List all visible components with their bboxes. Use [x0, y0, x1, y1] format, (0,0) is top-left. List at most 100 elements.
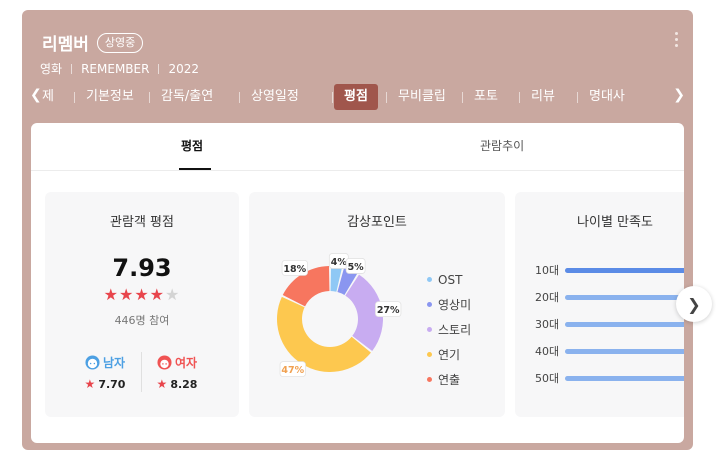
age-bar-fill: [565, 348, 684, 354]
tab-6[interactable]: 포토: [464, 84, 508, 110]
tab-divider: [462, 92, 463, 103]
donut-label-1: 5%: [345, 258, 366, 274]
star-icon: ★: [103, 285, 119, 304]
viewing-points-title: 감상포인트: [347, 215, 407, 230]
legend-label: OST: [438, 272, 463, 287]
star-icon: ★: [118, 285, 135, 304]
star-icon: ★: [149, 285, 166, 304]
age-row: 50대: [535, 370, 684, 386]
age-satisfaction-box: 나이별 만족도 10대 20대 30대 40대 50대: [515, 192, 684, 417]
age-row: 40대: [535, 343, 684, 359]
legend-item: 스토리: [427, 317, 471, 342]
age-row: 20대: [535, 289, 684, 305]
female-label: 여자: [174, 356, 198, 370]
age-bar-fill: [565, 294, 684, 300]
male-rating: 남자 ★ 7.70: [75, 352, 135, 391]
audience-stars: ★★★★★: [45, 285, 239, 304]
gender-divider: [141, 352, 142, 392]
participant-count: 446명 참여: [114, 314, 170, 327]
svg-text:27%: 27%: [377, 305, 400, 316]
movie-title[interactable]: 리멤버: [42, 30, 89, 55]
tab-1[interactable]: 기본정보: [76, 84, 144, 110]
subtab-bar: 평점 관람추이: [31, 123, 684, 171]
donut-label-3: 47%: [279, 361, 306, 378]
viewing-points-donut-chart: 4% 5% 27% 47% 18%: [277, 253, 402, 378]
tab-scroll-left-icon[interactable]: ❮: [30, 87, 42, 103]
age-bar-fill: [565, 267, 684, 273]
legend-label: 영상미: [438, 298, 472, 312]
viewing-points-box: 감상포인트 4% 5% 27% 47% 18% OST 영상미스토리연기연출: [249, 192, 505, 417]
svg-text:47%: 47%: [281, 365, 304, 376]
svg-text:5%: 5%: [348, 262, 365, 273]
age-label: 10대: [535, 264, 560, 277]
female-score: 8.28: [170, 378, 198, 391]
age-label: 40대: [535, 345, 560, 358]
star-icon: ★: [165, 285, 181, 304]
subtab-trend[interactable]: 관람추이: [480, 137, 524, 154]
male-avatar-icon: [85, 355, 100, 370]
legend-dot: [427, 327, 432, 332]
meta-divider: [71, 63, 73, 74]
chevron-right-icon: ❯: [687, 294, 701, 314]
legend-item: 연출: [427, 367, 471, 392]
age-bar-fill: [565, 321, 684, 327]
tab-7[interactable]: 리뷰: [521, 84, 565, 110]
tab-list: 제 기본정보 감독/출연 상영일정 평점 무비클립 포토 리뷰 명대사: [42, 83, 664, 111]
meta-english-title: REMEMBER: [81, 61, 150, 76]
age-row: 30대: [535, 316, 684, 332]
star-icon: ★: [156, 377, 168, 391]
age-bar-track: [565, 294, 684, 300]
star-icon: ★: [84, 377, 96, 391]
more-options-icon[interactable]: [675, 32, 679, 50]
tab-divider: [74, 92, 75, 103]
tab-divider: [386, 92, 387, 103]
audience-score: 7.93: [112, 254, 172, 282]
legend-item: 연기: [427, 342, 471, 367]
next-card-button[interactable]: ❯: [676, 286, 712, 322]
movie-meta: 영화 REMEMBER 2022: [40, 60, 199, 77]
age-bar-fill: [565, 375, 684, 381]
legend-item: OST: [427, 267, 471, 292]
tab-4[interactable]: 평점: [334, 84, 378, 110]
tab-0[interactable]: 제: [42, 84, 64, 110]
donut-label-0: 4%: [328, 253, 349, 269]
svg-text:4%: 4%: [331, 257, 348, 268]
movie-info-card: 리멤버 상영중 영화 REMEMBER 2022 ❮ 제 기본정보 감독/출연 상영일…: [22, 10, 693, 450]
donut-label-4: 18%: [281, 259, 308, 276]
subtab-active-indicator: [179, 168, 211, 170]
meta-genre: 영화: [40, 62, 63, 76]
age-label: 20대: [535, 291, 560, 304]
tab-scroll-right-icon[interactable]: ❯: [673, 87, 685, 103]
legend-label: 연기: [438, 348, 461, 362]
tab-bar: ❮ 제 기본정보 감독/출연 상영일정 평점 무비클립 포토 리뷰 명대사 ❯: [22, 83, 693, 111]
age-bar-track: [565, 375, 684, 381]
male-score: 7.70: [98, 378, 126, 391]
female-rating: 여자 ★ 8.28: [147, 352, 207, 391]
donut-label-2: 27%: [375, 301, 402, 318]
tab-3[interactable]: 상영일정: [241, 84, 309, 110]
subtab-rating[interactable]: 평점: [181, 137, 203, 154]
age-bar-track: [565, 267, 684, 273]
age-bar-track: [565, 348, 684, 354]
tab-5[interactable]: 무비클립: [388, 84, 456, 110]
male-label: 남자: [102, 356, 126, 370]
tab-divider: [239, 92, 240, 103]
age-row: 10대: [535, 262, 684, 278]
tab-divider: [149, 92, 150, 103]
tab-divider: [577, 92, 578, 103]
tab-divider: [519, 92, 520, 103]
age-label: 50대: [535, 372, 560, 385]
legend-dot: [427, 302, 432, 307]
audience-rating-box: 관람객 평점 7.93 ★★★★★ 446명 참여 남자 ★ 7.70 여자 ★…: [45, 192, 239, 417]
viewing-points-legend: OST 영상미스토리연기연출: [427, 267, 471, 392]
tab-divider: [332, 92, 333, 103]
title-row: 리멤버 상영중: [42, 30, 144, 55]
tab-8[interactable]: 명대사: [579, 84, 635, 110]
legend-label: 스토리: [438, 323, 472, 337]
rating-panel: 평점 관람추이 관람객 평점 7.93 ★★★★★ 446명 참여 남자 ★ 7.…: [31, 123, 684, 443]
legend-dot: [427, 377, 432, 382]
star-icon: ★: [134, 285, 150, 304]
age-label: 30대: [535, 318, 560, 331]
meta-year: 2022: [168, 61, 200, 76]
tab-2[interactable]: 감독/출연: [151, 84, 223, 110]
